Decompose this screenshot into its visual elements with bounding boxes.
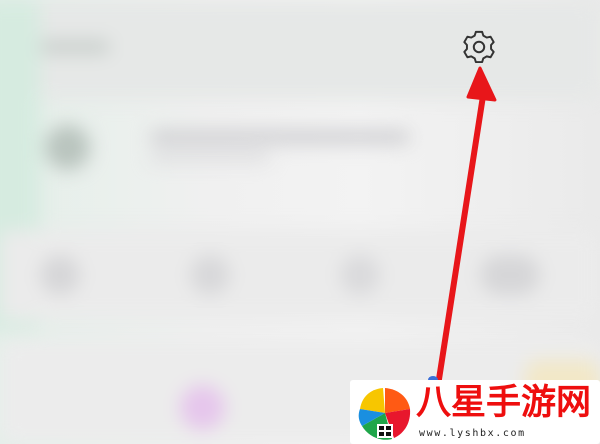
pinwheel-logo [358,388,411,440]
watermark-url: www.lyshbx.com [419,428,526,439]
settings-gear-button[interactable] [461,29,497,65]
blurred-item [40,255,80,295]
blurred-item [340,255,380,295]
blurred-background [0,0,600,444]
blurred-avatar [45,125,90,170]
app-screen: 八星手游网 www.lyshbx.com [0,0,600,444]
blurred-text-line [150,130,410,144]
blurred-text-line [150,152,270,162]
blurred-item [190,255,230,295]
gear-icon [463,30,495,64]
blurred-item [480,255,540,295]
watermark-title: 八星手游网 [416,383,592,423]
watermark: 八星手游网 www.lyshbx.com [350,380,600,444]
blurred-title [40,40,110,54]
blurred-purple-icon [180,385,225,430]
